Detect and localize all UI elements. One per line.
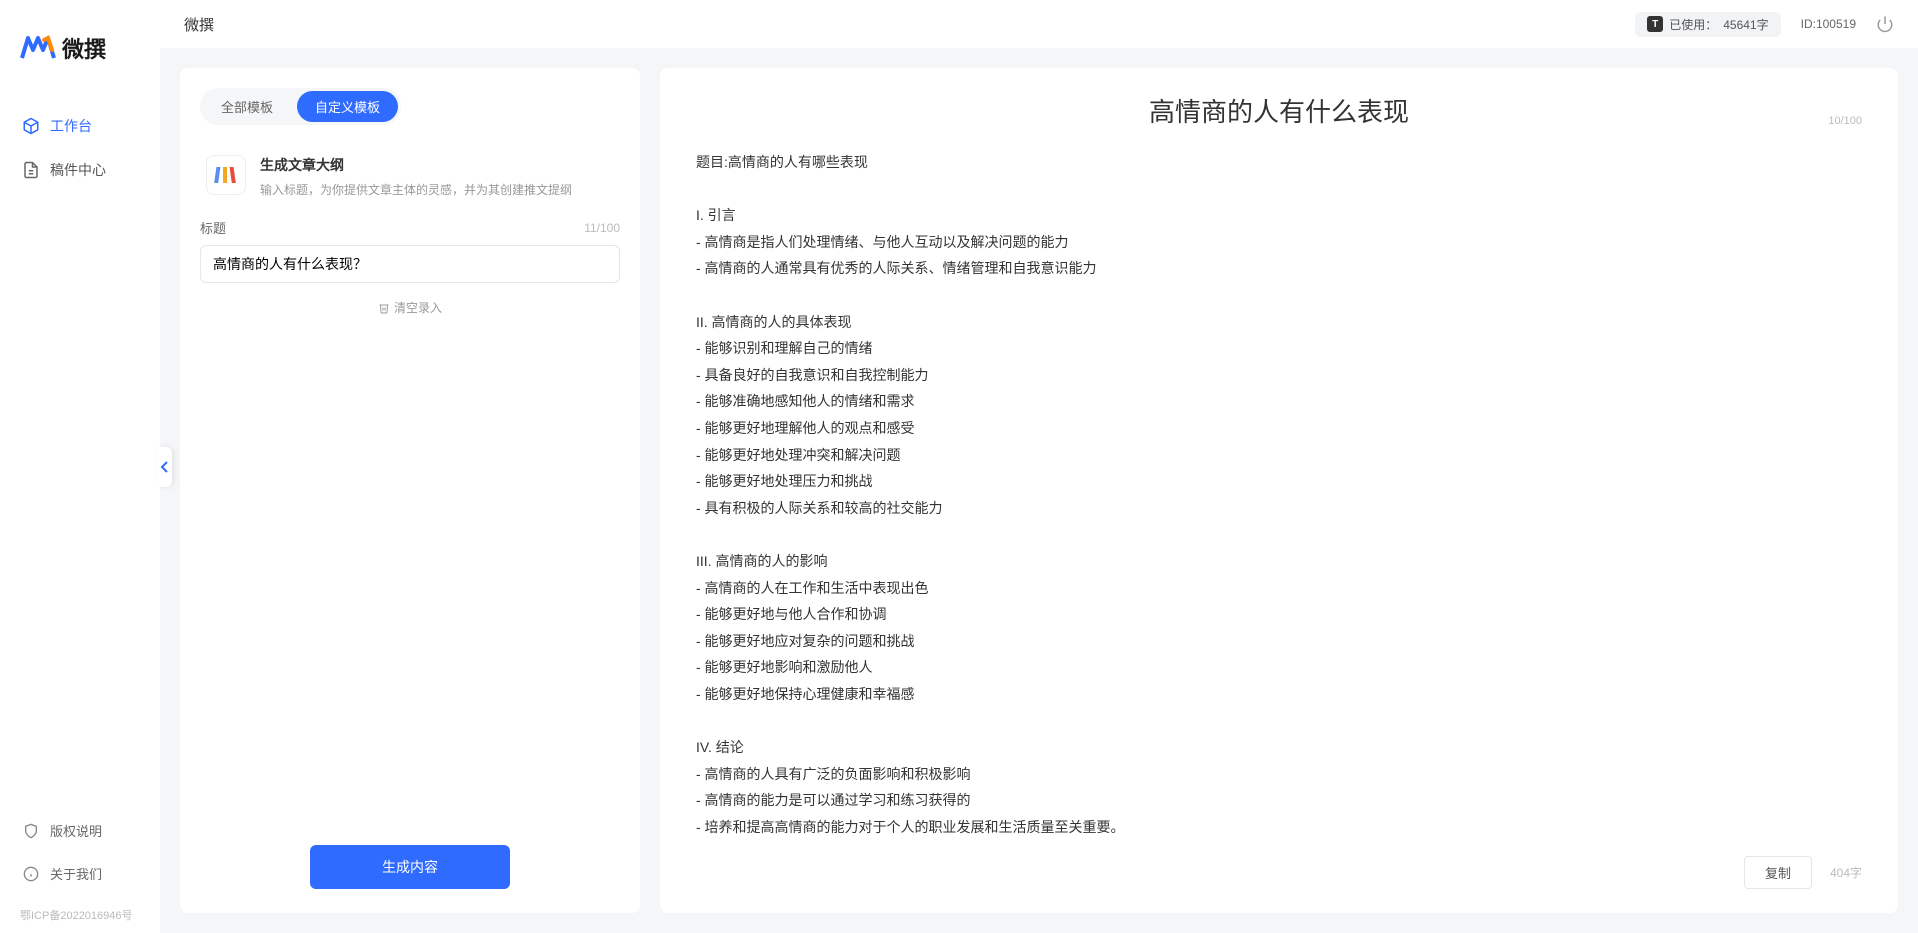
sidebar: 微撰 工作台 稿件中心 版权说明: [0, 0, 160, 933]
usage-label: 已使用：: [1669, 16, 1717, 33]
usage-value: 45641字: [1723, 16, 1768, 33]
tab-all-templates[interactable]: 全部模板: [203, 91, 291, 122]
template-tabs: 全部模板 自定义模板: [200, 88, 401, 125]
nav-item-about[interactable]: 关于我们: [10, 854, 150, 893]
info-icon: [22, 865, 40, 883]
cube-icon: [22, 117, 40, 135]
main-area: 微撰 T 已使用： 45641字 ID:100519 全部模板 自定义模板: [160, 0, 1918, 933]
nav-label: 关于我们: [50, 864, 102, 883]
text-icon: T: [1647, 16, 1663, 32]
template-desc: 输入标题，为你提供文章主体的灵感，并为其创建推文提纲: [260, 181, 572, 198]
logo: 微撰: [0, 0, 160, 106]
tab-custom-templates[interactable]: 自定义模板: [297, 91, 398, 122]
nav-label: 稿件中心: [50, 160, 106, 180]
power-icon[interactable]: [1876, 15, 1894, 33]
copy-button[interactable]: 复制: [1744, 856, 1812, 889]
template-card: 生成文章大纲 输入标题，为你提供文章主体的灵感，并为其创建推文提纲: [200, 145, 620, 218]
generate-button[interactable]: 生成内容: [310, 845, 510, 889]
document-icon: [22, 161, 40, 179]
books-icon: [206, 155, 246, 195]
document-title-counter: 10/100: [1828, 115, 1862, 127]
clear-input-button[interactable]: 清空录入: [378, 299, 442, 316]
nav-label: 版权说明: [50, 821, 102, 840]
title-field-counter: 11/100: [584, 221, 620, 235]
footer-nav: 版权说明 关于我们: [0, 801, 160, 907]
nav-item-workspace[interactable]: 工作台: [10, 106, 150, 146]
logo-text: 微撰: [62, 32, 106, 64]
word-count: 404字: [1830, 864, 1862, 881]
title-field-label: 标题: [200, 218, 226, 237]
document-body[interactable]: 题目:高情商的人有哪些表现 I. 引言 - 高情商是指人们处理情绪、与他人互动以…: [696, 149, 1862, 842]
title-input[interactable]: [200, 245, 620, 283]
main-nav: 工作台 稿件中心: [0, 106, 160, 801]
nav-item-copyright[interactable]: 版权说明: [10, 811, 150, 850]
nav-label: 工作台: [50, 116, 92, 136]
document-title[interactable]: 高情商的人有什么表现: [696, 92, 1862, 129]
output-panel: 高情商的人有什么表现 10/100 题目:高情商的人有哪些表现 I. 引言 - …: [660, 68, 1898, 913]
clear-label: 清空录入: [394, 299, 442, 316]
trash-icon: [378, 302, 390, 314]
nav-item-drafts[interactable]: 稿件中心: [10, 150, 150, 190]
logo-icon: [20, 30, 56, 66]
shield-icon: [22, 822, 40, 840]
usage-badge[interactable]: T 已使用： 45641字: [1635, 12, 1780, 37]
sidebar-collapse-button[interactable]: [158, 447, 172, 487]
icp-label: 鄂ICP备2022016946号: [0, 907, 160, 933]
input-panel: 全部模板 自定义模板 生成文章大纲 输入标题，为你提供文章主体的灵感，并为其创建…: [180, 68, 640, 913]
topbar: 微撰 T 已使用： 45641字 ID:100519: [160, 0, 1918, 48]
template-title: 生成文章大纲: [260, 155, 572, 175]
chevron-left-icon: [160, 461, 170, 473]
page-title: 微撰: [184, 14, 214, 35]
user-id: ID:100519: [1801, 17, 1856, 31]
